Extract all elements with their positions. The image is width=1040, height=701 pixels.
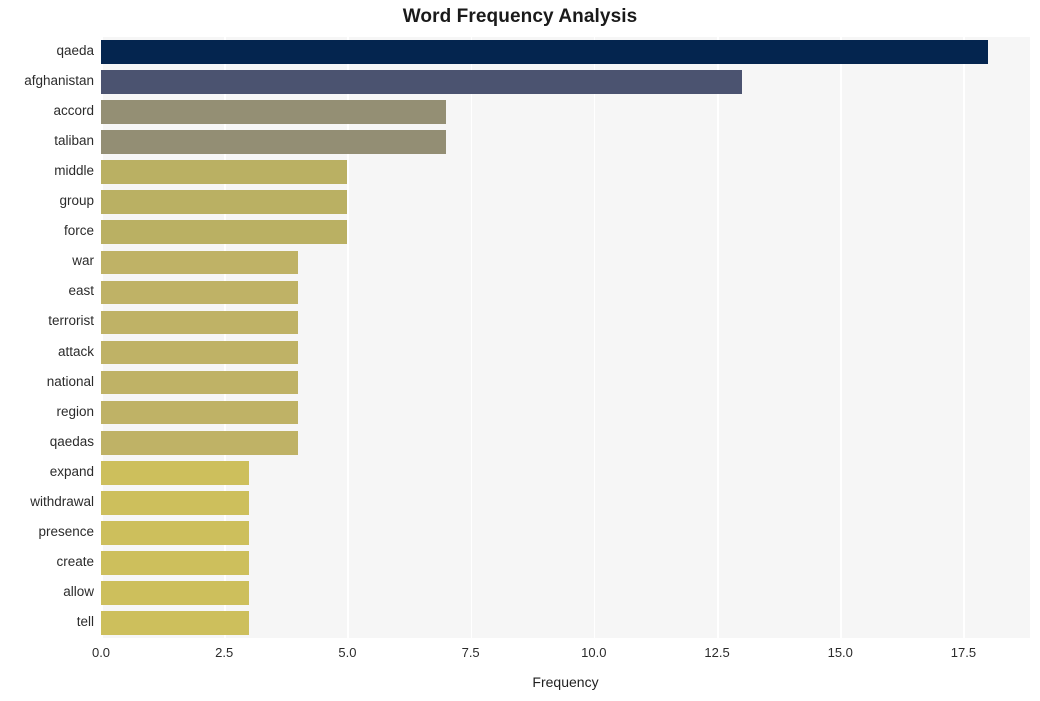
y-tick-label-afghanistan: afghanistan bbox=[24, 73, 94, 89]
y-tick-label-allow: allow bbox=[63, 583, 94, 599]
x-axis-tick-labels: 0.0 2.5 5.0 7.5 10.0 12.5 15.0 17.5 bbox=[92, 645, 1030, 665]
y-tick-label-qaeda: qaeda bbox=[56, 43, 94, 59]
y-tick-label-qaedas: qaedas bbox=[49, 433, 94, 449]
x-tick-label-2.5: 2.5 bbox=[215, 645, 234, 660]
y-tick-label-tell: tell bbox=[76, 613, 94, 629]
y-tick-label-create: create bbox=[56, 553, 94, 569]
y-tick-label-withdrawal: withdrawal bbox=[30, 493, 94, 509]
y-tick-label-accord: accord bbox=[53, 103, 94, 119]
y-tick-label-group: group bbox=[59, 193, 94, 209]
y-tick-label-expand: expand bbox=[49, 463, 94, 479]
y-tick-label-east: east bbox=[68, 283, 94, 299]
x-tick-label-10.0: 10.0 bbox=[581, 645, 607, 660]
chart-title: Word Frequency Analysis bbox=[402, 6, 638, 27]
x-tick-label-12.5: 12.5 bbox=[704, 645, 730, 660]
x-tick-label-7.5: 7.5 bbox=[461, 645, 480, 660]
y-tick-label-presence: presence bbox=[38, 523, 94, 539]
y-tick-label-national: national bbox=[46, 373, 94, 389]
x-tick-label-15.0: 15.0 bbox=[827, 645, 853, 660]
y-tick-label-middle: middle bbox=[54, 163, 94, 179]
x-tick-label-0.0: 0.0 bbox=[91, 645, 111, 660]
x-tick-label-17.5: 17.5 bbox=[950, 645, 977, 660]
y-axis-tick-labels: qaeda afghanistan accord taliban middle group… bbox=[0, 37, 1040, 638]
word-frequency-chart: Word Frequency Analysis qaeda afghanistan… bbox=[0, 0, 1040, 701]
y-tick-label-region: region bbox=[56, 403, 94, 419]
y-tick-label-attack: attack bbox=[57, 343, 94, 359]
y-tick-label-force: force bbox=[63, 223, 94, 239]
y-tick-label-war: war bbox=[72, 253, 94, 269]
x-axis-label: Frequency bbox=[532, 674, 599, 690]
x-tick-label-5.0: 5.0 bbox=[338, 645, 357, 660]
y-tick-label-taliban: taliban bbox=[54, 133, 94, 149]
y-tick-label-terrorist: terrorist bbox=[48, 313, 94, 329]
